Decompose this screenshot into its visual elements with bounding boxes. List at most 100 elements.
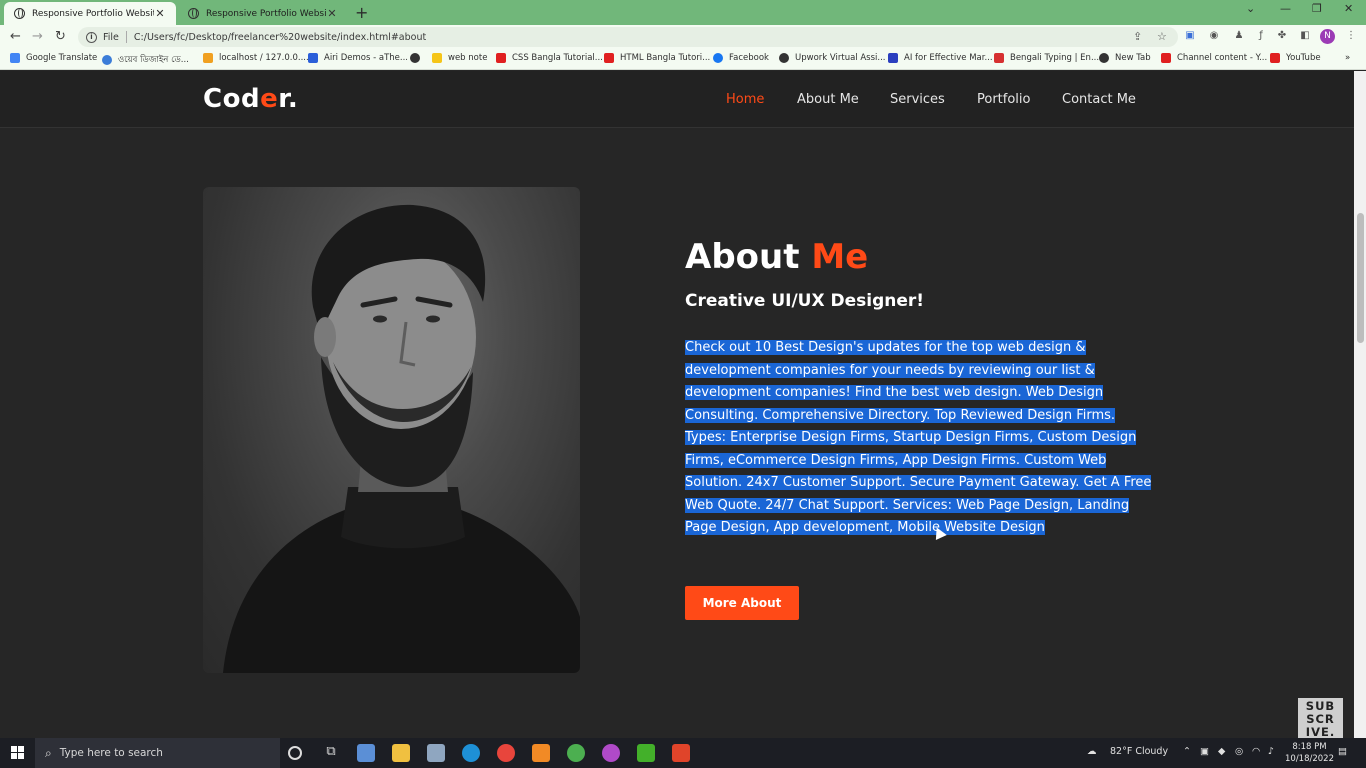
about-title: About Me — [685, 237, 868, 277]
bookmark-item[interactable]: Upwork Virtual Assi... — [779, 53, 886, 63]
back-button[interactable]: ← — [10, 29, 21, 45]
bookmark-item[interactable]: Bengali Typing | En... — [994, 53, 1099, 63]
scrollbar-thumb[interactable] — [1357, 213, 1364, 343]
bookmark-item[interactable]: HTML Bangla Tutori... — [604, 53, 710, 63]
globe-icon — [14, 8, 25, 19]
app-icon[interactable] — [427, 744, 445, 762]
profile-photo — [203, 187, 580, 673]
notepad-app-icon[interactable] — [357, 744, 375, 762]
logo-accent: e — [260, 84, 279, 114]
address-bar[interactable]: i File C:/Users/fc/Desktop/freelancer%20… — [78, 27, 1178, 47]
close-tab-button[interactable]: ✕ — [326, 7, 338, 20]
bookmark-label: New Tab — [1115, 53, 1151, 63]
bookmark-item[interactable] — [410, 53, 426, 63]
notifications-icon[interactable]: ▤ — [1338, 746, 1347, 757]
translate-icon — [10, 53, 20, 63]
bookmark-label: AI for Effective Mar... — [904, 53, 993, 63]
menu-icon[interactable]: ⋮ — [1345, 30, 1357, 42]
bookmark-label: Airi Demos - aThe... — [324, 53, 409, 63]
forward-button[interactable]: → — [32, 29, 43, 45]
url-text[interactable]: C:/Users/fc/Desktop/freelancer%20website… — [134, 32, 426, 43]
url-scheme: File — [103, 31, 119, 43]
globe-icon — [410, 53, 420, 63]
volume-icon[interactable]: ♪ — [1268, 746, 1274, 757]
tray-chevron-icon[interactable]: ⌃ — [1183, 746, 1191, 757]
recorder-icon[interactable] — [672, 744, 690, 762]
share-icon[interactable]: ⇪ — [1133, 30, 1142, 43]
bookmark-item[interactable]: AI for Effective Mar... — [888, 53, 993, 63]
bookmark-item[interactable]: CSS Bangla Tutorial... — [496, 53, 603, 63]
bookmark-label: Bengali Typing | En... — [1010, 53, 1100, 63]
globe-icon — [1099, 53, 1109, 63]
browser-tab-active[interactable]: Responsive Portfolio Website ✕ — [4, 2, 176, 25]
bookmark-label: Channel content - Y... — [1177, 53, 1268, 63]
facebook-icon — [713, 53, 723, 63]
more-bookmarks-icon[interactable]: » — [1345, 53, 1350, 63]
taskbar-search[interactable]: ⌕ Type here to search — [35, 738, 280, 768]
chrome-profile-icon[interactable] — [602, 744, 620, 762]
sublime-text-icon[interactable] — [532, 744, 550, 762]
tab-title: Responsive Portfolio Website — [206, 8, 326, 19]
youtube-icon — [496, 53, 506, 63]
nav-contact-me[interactable]: Contact Me — [1062, 92, 1136, 107]
weather-text[interactable]: 82°F Cloudy — [1110, 746, 1168, 757]
close-tab-button[interactable]: ✕ — [154, 7, 166, 20]
edge-icon[interactable] — [462, 744, 480, 762]
nav-about-me[interactable]: About Me — [797, 92, 859, 107]
bookmark-item[interactable]: web note — [432, 53, 487, 63]
info-icon[interactable]: i — [86, 31, 97, 43]
nav-services[interactable]: Services — [890, 92, 945, 107]
translate-extension-icon[interactable]: ▣ — [1184, 30, 1196, 42]
globe-icon — [779, 53, 789, 63]
site-logo[interactable]: Coder. — [203, 84, 298, 114]
youtube-icon — [1270, 53, 1280, 63]
bookmark-label: Google Translate — [26, 53, 98, 63]
tab-search-icon[interactable]: ⌄ — [1246, 2, 1255, 15]
task-view-icon[interactable]: ⧉ — [322, 744, 340, 762]
browser-tabstrip: Responsive Portfolio Website ✕ Responsiv… — [0, 0, 1366, 25]
globe-icon — [188, 8, 199, 19]
cortana-icon[interactable] — [288, 746, 302, 760]
bookmark-label: web note — [448, 53, 488, 63]
extension-icon[interactable]: ♟ — [1233, 30, 1245, 42]
bookmark-star-icon[interactable]: ☆ — [1157, 30, 1167, 43]
tray-app-icon[interactable]: ◆ — [1218, 746, 1225, 757]
browser-tab[interactable]: Responsive Portfolio Website ✕ — [178, 2, 348, 25]
chrome-icon[interactable] — [497, 744, 515, 762]
weather-icon[interactable]: ☁ — [1087, 746, 1097, 757]
page-scrollbar[interactable] — [1354, 71, 1366, 738]
bookmark-item[interactable]: New Tab — [1099, 53, 1151, 63]
bookmark-item[interactable]: Airi Demos - aThe... — [308, 53, 408, 63]
network-icon[interactable]: ◠ — [1252, 746, 1260, 757]
windows-start-icon[interactable] — [11, 746, 24, 759]
site-icon — [888, 53, 898, 63]
about-subtitle: Creative UI/UX Designer! — [685, 291, 925, 311]
camtasia-icon[interactable] — [637, 744, 655, 762]
bookmark-item[interactable]: Facebook — [713, 53, 769, 63]
side-panel-icon[interactable]: ◧ — [1299, 30, 1311, 42]
chrome-profile-icon[interactable] — [567, 744, 585, 762]
about-description[interactable]: Check out 10 Best Design's updates for t… — [685, 337, 1155, 540]
bookmark-item[interactable]: Channel content - Y... — [1161, 53, 1267, 63]
bookmark-item[interactable]: localhost / 127.0.0.... — [203, 53, 309, 63]
tray-app-icon[interactable]: ◎ — [1235, 746, 1243, 757]
restore-button[interactable]: ❐ — [1312, 2, 1322, 15]
profile-avatar[interactable]: N — [1320, 29, 1335, 44]
formula-extension-icon[interactable]: ƒ — [1255, 30, 1267, 42]
close-window-button[interactable]: ✕ — [1344, 2, 1353, 15]
camera-extension-icon[interactable]: ◉ — [1208, 30, 1220, 42]
bookmark-item[interactable]: YouTube — [1270, 53, 1321, 63]
tray-app-icon[interactable]: ▣ — [1200, 746, 1209, 757]
new-tab-button[interactable]: + — [355, 3, 368, 22]
reload-button[interactable]: ↻ — [55, 29, 66, 45]
file-explorer-icon[interactable] — [392, 744, 410, 762]
bookmark-item[interactable]: ওয়েব ডিজাইন ডে... — [102, 53, 189, 67]
nav-home[interactable]: Home — [726, 92, 764, 107]
more-about-button[interactable]: More About — [685, 586, 799, 620]
logo-text-end: r. — [278, 84, 299, 114]
nav-portfolio[interactable]: Portfolio — [977, 92, 1030, 107]
puzzle-icon[interactable]: ✤ — [1276, 30, 1288, 42]
minimize-button[interactable]: — — [1280, 2, 1291, 15]
system-clock[interactable]: 8:18 PM 10/18/2022 — [1285, 741, 1334, 765]
bookmark-item[interactable]: Google Translate — [10, 53, 97, 63]
